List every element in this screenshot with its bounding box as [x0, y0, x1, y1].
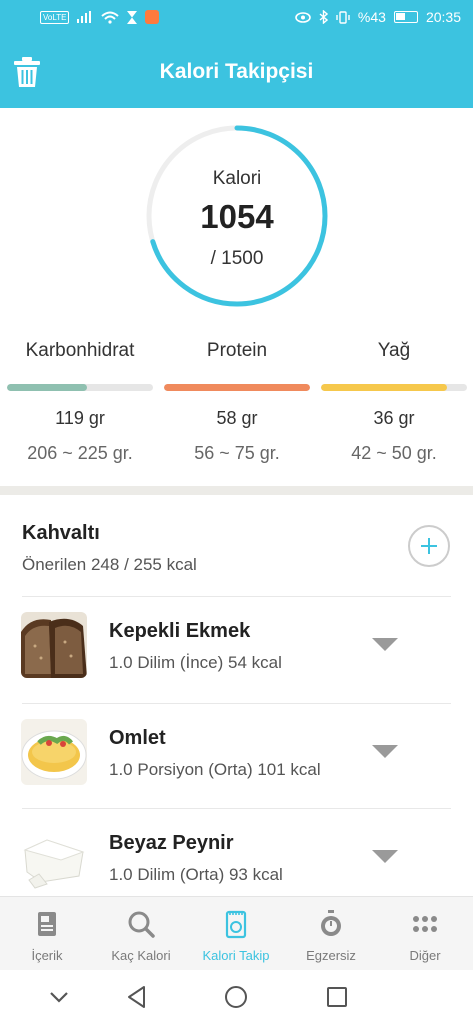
bottom-nav: İçerik Kaç Kalori Kalori Takip Egzersiz …: [0, 896, 473, 970]
macro-name: Protein: [206, 340, 268, 361]
nav-item-content[interactable]: İçerik: [0, 897, 94, 971]
macro-bar: [7, 384, 153, 391]
food-name: Omlet: [109, 727, 166, 749]
macro-range: 206 ~ 225 gr.: [27, 443, 133, 463]
list-item[interactable]: Kepekli Ekmek 1.0 Dilim (İnce) 54 kcal: [0, 598, 473, 704]
volte-badge: VoLTE: [40, 10, 70, 24]
list-item[interactable]: Omlet 1.0 Porsiyon (Orta) 101 kcal: [0, 705, 473, 811]
macro-bar: [321, 384, 467, 391]
calorie-ring: Kalori 1054 / 1500: [145, 124, 329, 308]
nav-item-how-many-calories[interactable]: Kaç Kalori: [94, 897, 188, 971]
calorie-goal: / 1500: [210, 248, 264, 269]
home-icon[interactable]: [223, 984, 249, 1010]
food-name: Kepekli Ekmek: [109, 620, 251, 642]
recents-icon[interactable]: [324, 984, 350, 1010]
chevron-down-icon[interactable]: [46, 984, 72, 1010]
battery-percent: %43: [357, 9, 386, 25]
omelette-thumbnail: [21, 719, 87, 785]
status-left: VoLTE: [40, 10, 160, 24]
macro-amount: 119 gr: [55, 408, 105, 428]
macros-section: Karbonhidrat 119 gr 206 ~ 225 gr. Protei…: [0, 340, 473, 470]
wifi-icon: [101, 11, 120, 24]
page-title: Kalori Takipçisi: [159, 60, 314, 83]
meal-recommended: Önerilen 248 / 255 kcal: [22, 555, 197, 574]
cheese-thumbnail: [21, 824, 87, 890]
app-header: Kalori Takipçisi: [0, 36, 473, 108]
macro-name: Karbonhidrat: [25, 340, 135, 361]
nav-item-exercise[interactable]: Egzersiz: [284, 897, 378, 971]
nav-label: İçerik: [31, 948, 63, 963]
status-right: %43 20:35: [295, 9, 461, 25]
nav-item-calorie-tracker[interactable]: Kalori Takip: [189, 897, 283, 971]
tracker-icon: [225, 910, 247, 939]
system-nav-bar: [0, 970, 473, 1024]
bluetooth-icon: [319, 10, 328, 24]
macro-bar-fill: [7, 384, 88, 391]
stopwatch-icon: [321, 910, 341, 936]
calorie-label: Kalori: [212, 168, 262, 189]
divider: [22, 596, 451, 597]
food-detail: 1.0 Porsiyon (Orta) 101 kcal: [109, 760, 321, 779]
macro-name: Yağ: [377, 340, 411, 361]
nav-item-more[interactable]: Diğer: [378, 897, 472, 971]
nav-label: Diğer: [409, 948, 441, 963]
macro-range: 42 ~ 50 gr.: [351, 443, 437, 463]
macro-bar: [164, 384, 310, 391]
app-notification-icon: [145, 10, 160, 24]
meal-header: Kahvaltı Önerilen 248 / 255 kcal: [22, 522, 197, 575]
chevron-down-icon[interactable]: [372, 638, 398, 651]
food-detail: 1.0 Dilim (Orta) 93 kcal: [109, 865, 283, 884]
calorie-value: 1054: [200, 198, 274, 235]
macro-bar-fill: [321, 384, 447, 391]
nav-label: Egzersiz: [306, 948, 356, 963]
hourglass-icon: [127, 10, 138, 24]
macro-amount: 36 gr: [373, 408, 415, 428]
status-bar: VoLTE %43 20:35: [0, 0, 473, 36]
bread-thumbnail: [21, 612, 87, 678]
nav-label: Kaç Kalori: [111, 948, 171, 963]
macro-range: 56 ~ 75 gr.: [194, 443, 280, 463]
food-name: Beyaz Peynir: [109, 832, 234, 854]
plus-icon[interactable]: [408, 525, 450, 567]
more-icon: [413, 916, 437, 932]
food-detail: 1.0 Dilim (İnce) 54 kcal: [109, 653, 282, 672]
nav-label: Kalori Takip: [202, 948, 270, 963]
meal-title: Kahvaltı: [22, 522, 100, 544]
macro-fat: Yağ 36 gr 42 ~ 50 gr.: [321, 340, 467, 464]
macro-amount: 58 gr: [216, 408, 258, 428]
chevron-down-icon[interactable]: [372, 850, 398, 863]
search-icon: [128, 911, 155, 938]
divider: [22, 703, 451, 704]
macro-carbs: Karbonhidrat 119 gr 206 ~ 225 gr.: [7, 340, 153, 464]
divider: [22, 808, 451, 809]
battery-icon: [393, 11, 418, 23]
signal-icon: [77, 11, 92, 23]
section-divider: [0, 486, 473, 495]
clock: 20:35: [425, 9, 461, 25]
content-icon: [38, 912, 56, 936]
eye-icon: [295, 11, 311, 23]
back-icon[interactable]: [124, 984, 150, 1010]
macro-bar-fill: [164, 384, 310, 391]
macro-protein: Protein 58 gr 56 ~ 75 gr.: [164, 340, 310, 464]
chevron-down-icon[interactable]: [372, 745, 398, 758]
vibrate-icon: [336, 10, 350, 24]
